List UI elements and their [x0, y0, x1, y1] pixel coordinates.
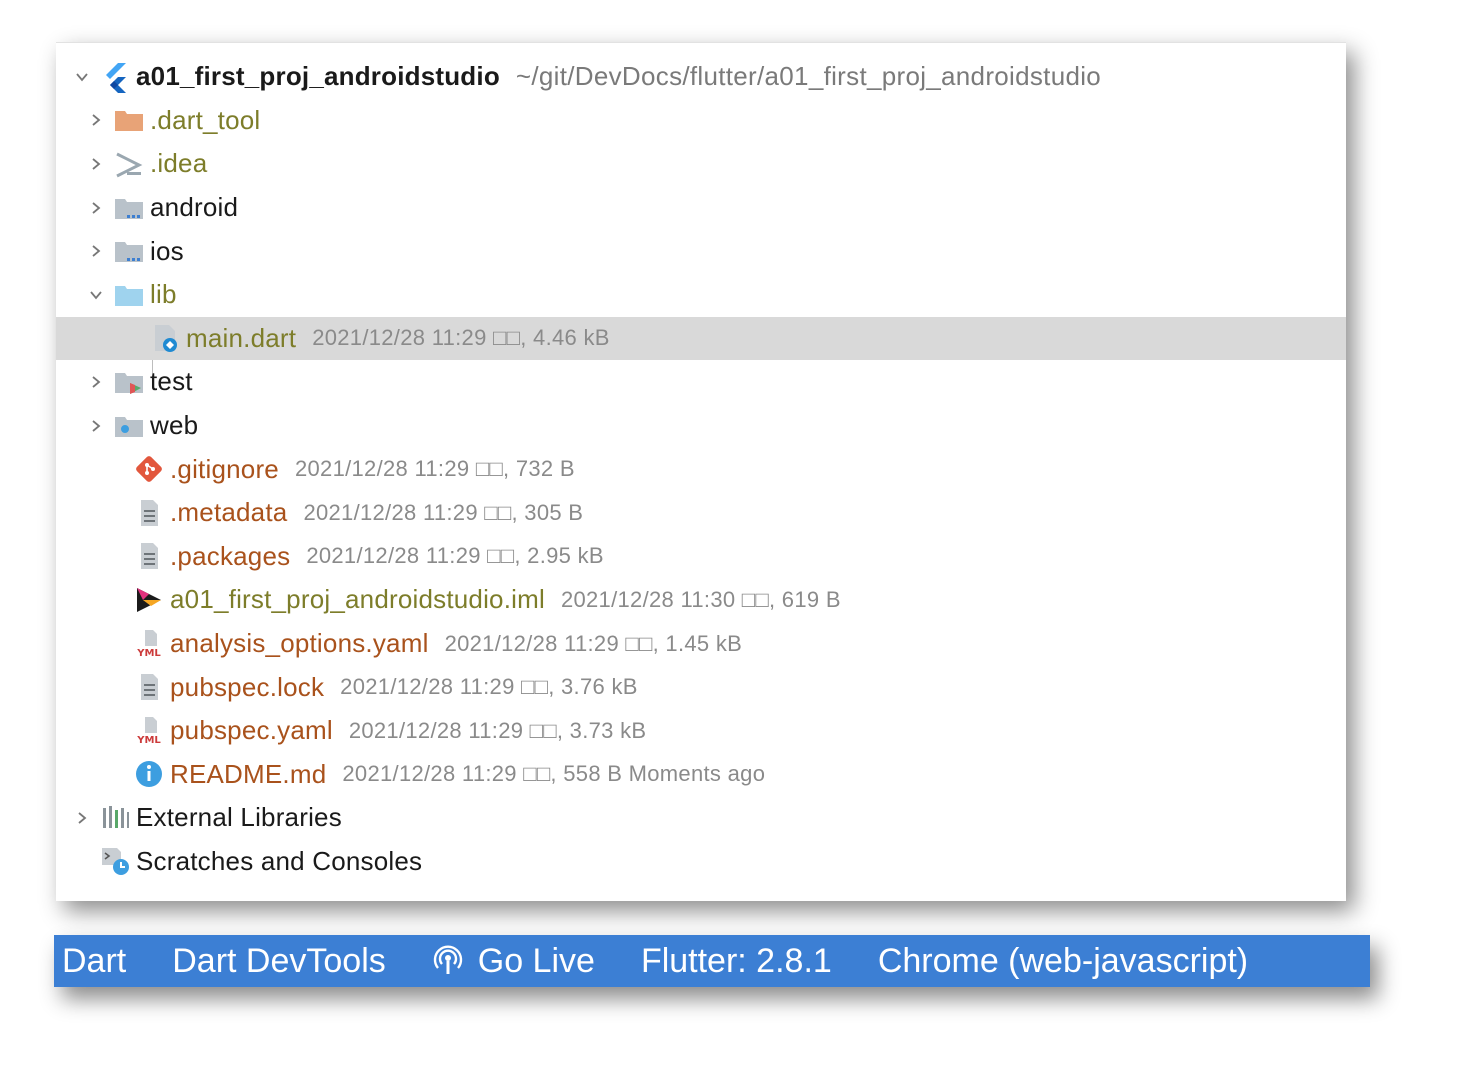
idea-folder-icon [112, 147, 146, 181]
text-file-icon [132, 539, 166, 573]
flutter-icon [98, 60, 132, 94]
file-meta: 2021/12/28 11:29 □□, 4.46 kB [312, 325, 610, 351]
tree-row-project-root[interactable]: a01_first_proj_androidstudio ~/git/DevDo… [56, 55, 1346, 99]
tree-row-test[interactable]: test [56, 360, 1346, 404]
file-name: pubspec.yaml [170, 715, 333, 746]
iml-module-icon [132, 583, 166, 617]
project-name: a01_first_proj_androidstudio [136, 61, 500, 92]
tree-row-lib[interactable]: lib [56, 273, 1346, 317]
chevron-right-icon[interactable] [86, 416, 106, 436]
tree-row-gitignore[interactable]: .gitignore 2021/12/28 11:29 □□, 732 B [56, 447, 1346, 491]
file-name: .metadata [170, 497, 288, 528]
project-tree: a01_first_proj_androidstudio ~/git/DevDo… [56, 55, 1346, 883]
go-live-label: Go Live [477, 941, 595, 980]
file-name: .gitignore [170, 453, 279, 484]
excluded-folder-icon [112, 103, 146, 137]
file-meta: 2021/12/28 11:29 □□, 558 B Moments ago [342, 761, 766, 787]
tree-row-pubspec-lock[interactable]: pubspec.lock 2021/12/28 11:29 □□, 3.76 k… [56, 665, 1346, 709]
file-name: .packages [170, 540, 291, 571]
tree-row-iml[interactable]: a01_first_proj_androidstudio.iml 2021/12… [56, 578, 1346, 622]
status-dart-devtools[interactable]: Dart DevTools [172, 942, 386, 981]
test-folder-icon [112, 365, 146, 399]
web-folder-icon [112, 409, 146, 443]
chevron-right-icon[interactable] [86, 241, 106, 261]
folder-name: .idea [150, 148, 208, 179]
yaml-file-icon: YML [132, 714, 166, 748]
folder-name: .dart_tool [150, 104, 261, 135]
git-icon [132, 452, 166, 486]
folder-name: test [150, 366, 193, 397]
chevron-right-icon[interactable] [86, 110, 106, 130]
file-meta: 2021/12/28 11:29 □□, 305 B [303, 499, 584, 525]
svg-text:YML: YML [136, 648, 161, 659]
chevron-right-icon[interactable] [86, 198, 106, 218]
file-name: main.dart [186, 322, 297, 353]
chevron-right-icon[interactable] [86, 154, 106, 174]
chevron-right-icon[interactable] [72, 808, 92, 828]
file-name: README.md [170, 758, 327, 789]
status-flutter-version[interactable]: Flutter: 2.8.1 [641, 942, 832, 981]
file-meta: 2021/12/28 11:29 □□, 3.76 kB [340, 674, 638, 700]
chevron-down-icon[interactable] [86, 285, 106, 305]
file-name: analysis_options.yaml [170, 628, 429, 659]
tree-row-external-libraries[interactable]: External Libraries [56, 796, 1346, 840]
library-icon [98, 801, 132, 835]
project-path: ~/git/DevDocs/flutter/a01_first_proj_and… [515, 61, 1102, 92]
status-bar: Dart Dart DevTools Go Live Flutter: 2.8.… [54, 935, 1370, 987]
project-tree-panel: a01_first_proj_androidstudio ~/git/DevDo… [56, 42, 1346, 901]
text-file-icon [132, 670, 166, 704]
tree-row-idea[interactable]: .idea [56, 142, 1346, 186]
module-folder-icon [112, 234, 146, 268]
status-dart[interactable]: Dart [62, 942, 126, 981]
status-go-live[interactable]: Go Live [432, 942, 595, 981]
chevron-right-icon[interactable] [86, 372, 106, 392]
file-name: pubspec.lock [170, 671, 325, 702]
scratches-icon [98, 844, 132, 878]
text-file-icon [132, 496, 166, 530]
node-name: External Libraries [136, 802, 342, 833]
dart-file-icon [148, 321, 182, 355]
tree-row-main-dart[interactable]: main.dart 2021/12/28 11:29 □□, 4.46 kB [56, 316, 1346, 361]
tree-row-metadata[interactable]: .metadata 2021/12/28 11:29 □□, 305 B [56, 491, 1346, 535]
file-meta: 2021/12/28 11:29 □□, 1.45 kB [444, 630, 743, 656]
folder-name: ios [150, 235, 184, 266]
chevron-down-icon[interactable] [72, 67, 92, 87]
tree-row-ios[interactable]: ios [56, 229, 1346, 273]
source-folder-icon [112, 278, 146, 312]
tree-row-dart-tool[interactable]: .dart_tool [56, 99, 1346, 143]
yaml-file-icon: YML [132, 627, 166, 661]
tree-row-pubspec-yaml[interactable]: YML pubspec.yaml 2021/12/28 11:29 □□, 3.… [56, 709, 1346, 753]
tree-row-packages[interactable]: .packages 2021/12/28 11:29 □□, 2.95 kB [56, 535, 1346, 579]
status-device[interactable]: Chrome (web-javascript) [878, 942, 1248, 981]
module-folder-icon [112, 191, 146, 225]
node-name: Scratches and Consoles [136, 845, 423, 876]
broadcast-icon [433, 945, 462, 974]
file-meta: 2021/12/28 11:29 □□, 3.73 kB [348, 717, 647, 743]
file-meta: 2021/12/28 11:30 □□, 619 B [560, 586, 841, 612]
folder-name: android [150, 192, 239, 223]
tree-row-scratches[interactable]: Scratches and Consoles [56, 840, 1346, 884]
tree-row-analysis-options[interactable]: YML analysis_options.yaml 2021/12/28 11:… [56, 622, 1346, 666]
file-meta: 2021/12/28 11:29 □□, 2.95 kB [306, 543, 604, 569]
tree-row-readme[interactable]: README.md 2021/12/28 11:29 □□, 558 B Mom… [56, 753, 1346, 797]
info-icon [132, 757, 166, 791]
tree-row-web[interactable]: web [56, 404, 1346, 448]
file-meta: 2021/12/28 11:29 □□, 732 B [294, 456, 575, 482]
tree-row-android[interactable]: android [56, 186, 1346, 230]
file-name: a01_first_proj_androidstudio.iml [170, 584, 545, 615]
svg-text:YML: YML [136, 735, 161, 746]
folder-name: lib [150, 279, 177, 310]
folder-name: web [150, 410, 199, 441]
